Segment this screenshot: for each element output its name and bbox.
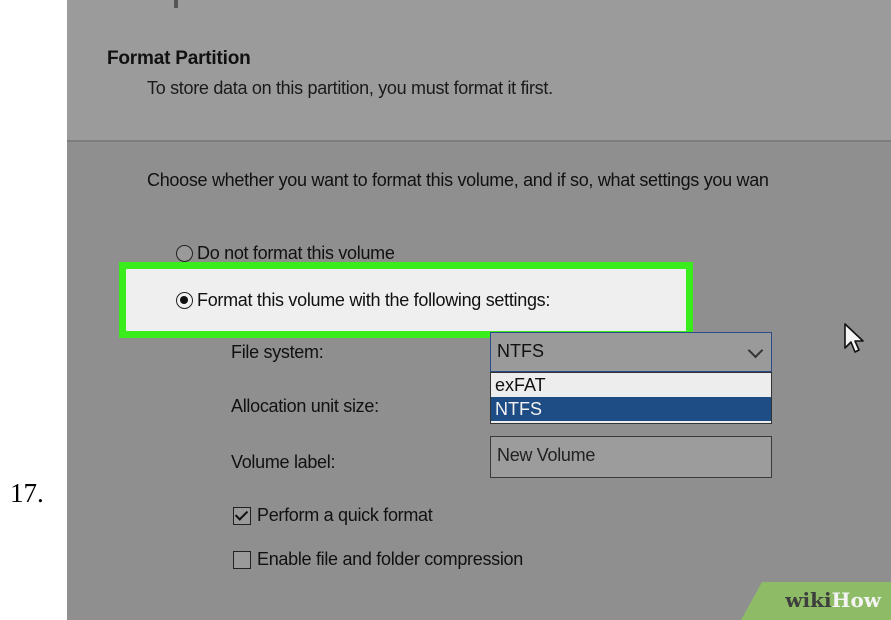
volume-label-input[interactable]: New Volume	[490, 436, 772, 478]
quick-format-checkbox[interactable]	[233, 506, 251, 525]
dialog-header: Format Partition To store data on this p…	[67, 0, 891, 140]
chevron-down-icon[interactable]	[747, 342, 764, 359]
allocation-unit-size-label: Allocation unit size:	[231, 396, 379, 416]
wikihow-watermark: wikiHow	[741, 582, 891, 620]
header-divider	[67, 140, 891, 142]
file-system-label: File system:	[231, 342, 324, 362]
file-system-value: NTFS	[497, 341, 544, 361]
watermark-wiki-text: wiki	[785, 588, 832, 612]
volume-label-label: Volume label:	[231, 452, 336, 472]
instruction-text: Choose whether you want to format this v…	[147, 170, 769, 190]
volume-label-value: New Volume	[497, 445, 596, 465]
file-system-select[interactable]: NTFS	[490, 332, 772, 372]
file-system-dropdown: exFAT NTFS	[490, 372, 772, 424]
radio-format-label: Format this volume with the following se…	[197, 290, 551, 310]
format-partition-dialog: Format Partition To store data on this p…	[67, 0, 891, 620]
compression-checkbox[interactable]	[233, 550, 251, 569]
watermark-how-text: How	[831, 588, 881, 612]
radio-do-not-format-label: Do not format this volume	[197, 243, 395, 263]
mouse-cursor-icon	[844, 323, 864, 353]
dialog-title: Format Partition	[107, 48, 251, 69]
radio-button-checked[interactable]	[176, 292, 193, 309]
quick-format-label: Perform a quick format	[257, 505, 433, 525]
compression-label: Enable file and folder compression	[257, 549, 523, 569]
dropdown-option-exfat[interactable]: exFAT	[491, 373, 771, 397]
compression-option[interactable]: Enable file and folder compression	[233, 549, 523, 570]
radio-button-unchecked[interactable]	[176, 245, 193, 262]
step-number: 17.	[10, 478, 44, 508]
header-fragment	[174, 0, 178, 8]
dropdown-option-ntfs[interactable]: NTFS	[491, 397, 771, 421]
radio-do-not-format[interactable]: Do not format this volume	[176, 243, 395, 264]
dialog-subtitle: To store data on this partition, you mus…	[147, 78, 553, 98]
radio-format-with-settings[interactable]: Format this volume with the following se…	[176, 290, 550, 311]
quick-format-option[interactable]: Perform a quick format	[233, 505, 433, 526]
